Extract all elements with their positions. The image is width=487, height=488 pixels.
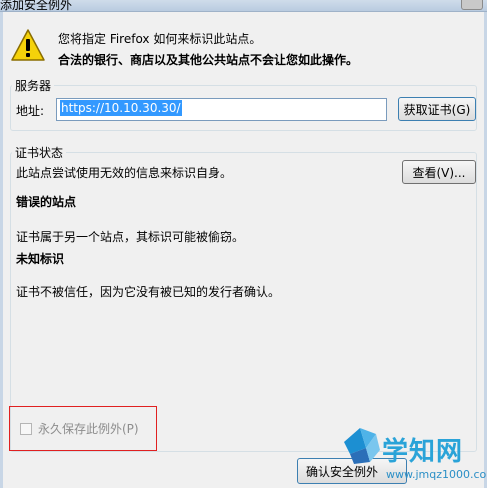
address-input-value: https://10.10.30.30/ bbox=[60, 100, 182, 116]
get-certificate-button[interactable]: 获取证书(G) bbox=[398, 97, 476, 121]
wrong-site-text: 证书属于另一个站点，其标识可能被偷窃。 bbox=[16, 230, 245, 244]
intro-warning-text: 合法的银行、商店以及其他公共站点不会让您如此操作。 bbox=[58, 53, 359, 67]
close-button[interactable] bbox=[461, 0, 483, 10]
watermark-brand: 学知网 bbox=[382, 437, 464, 467]
server-group-legend: 服务器 bbox=[12, 77, 55, 94]
address-input[interactable]: https://10.10.30.30/ bbox=[56, 98, 387, 121]
unknown-identity-text: 证书不被信任，因为它没有被已知的发行者确认。 bbox=[16, 285, 281, 299]
permanent-exception-label: 永久保存此例外(P) bbox=[38, 422, 139, 436]
view-certificate-button[interactable]: 查看(V)... bbox=[402, 160, 476, 184]
watermark-logo-icon bbox=[344, 428, 380, 464]
title-bar: 添加安全例外 bbox=[0, 0, 487, 12]
window-frame-left bbox=[0, 12, 3, 488]
intro-text: 您将指定 Firefox 如何来标识此站点。 bbox=[58, 32, 262, 46]
unknown-identity-heading: 未知标识 bbox=[16, 252, 65, 266]
wrong-site-heading: 错误的站点 bbox=[16, 195, 77, 209]
window-title: 添加安全例外 bbox=[0, 0, 73, 12]
warning-icon bbox=[11, 29, 45, 61]
watermark-url: www.jmqz1000.com bbox=[386, 468, 487, 481]
certificate-status-legend: 证书状态 bbox=[12, 144, 67, 161]
status-description: 此站点尝试使用无效的信息来标识自身。 bbox=[16, 166, 233, 180]
address-label: 地址: bbox=[16, 104, 45, 118]
permanent-exception-checkbox[interactable] bbox=[20, 423, 32, 435]
